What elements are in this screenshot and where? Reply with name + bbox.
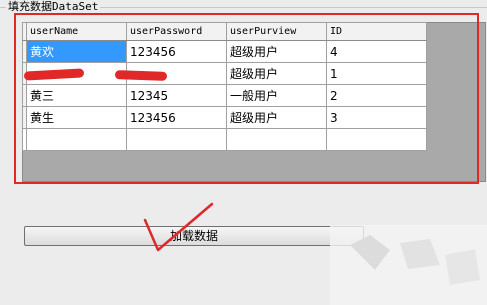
redaction-scribble [114,70,168,81]
annotation-highlight-box [14,13,479,184]
checkmark-annotation-icon [143,202,214,252]
form-window: 填充数据DataSet userName userPassword userPu… [0,0,487,305]
groupbox-title: 填充数据DataSet [6,0,101,13]
watermark-logo [330,225,487,305]
